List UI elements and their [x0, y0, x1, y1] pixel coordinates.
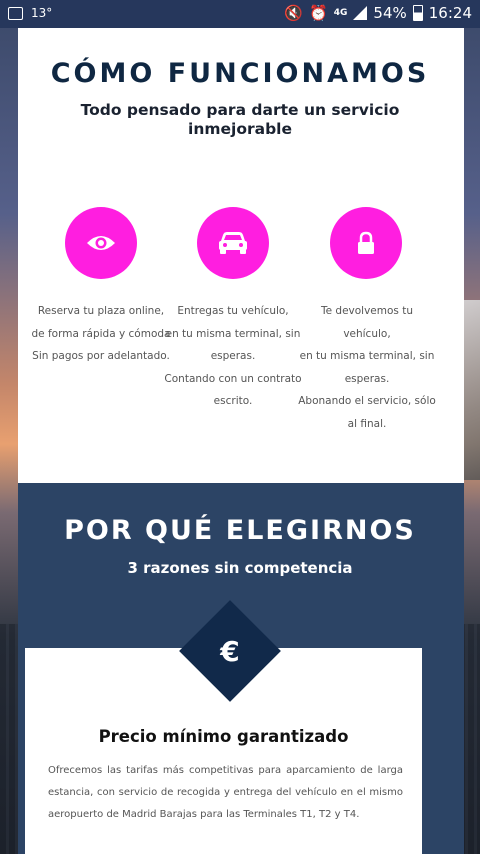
feature-deliver-text: Entregas tu vehículo, en tu misma termin…: [164, 305, 302, 407]
temperature: 13°: [31, 6, 53, 20]
eye-icon: [87, 236, 115, 250]
how-it-works-subtitle: Todo pensado para darte un servicio inme…: [80, 101, 400, 138]
gallery-icon: [8, 6, 23, 20]
feature-eye-circle: [65, 207, 137, 279]
feature-lock-circle: [330, 207, 402, 279]
car-icon: [219, 232, 247, 254]
lock-icon: [358, 231, 374, 254]
feature-return-text: Te devolvemos tu vehículo, en tu misma t…: [298, 305, 436, 430]
euro-icon: €: [220, 634, 240, 668]
network-type: 4G: [333, 8, 348, 18]
reason-card-body: Ofrecemos las tarifas más competitivas p…: [48, 765, 403, 820]
feature-reserve-text: Reserva tu plaza online, de forma rápida…: [31, 305, 171, 362]
feature-car-circle: [197, 207, 269, 279]
alarm-icon: ⏰: [309, 4, 328, 22]
clock: 16:24: [428, 4, 472, 22]
why-us-title: POR QUÉ ELEGIRNOS: [64, 515, 416, 546]
signal-icon: [353, 6, 368, 20]
status-bar: 13° 🔇 ⏰ 4G 54% 16:24: [0, 0, 480, 28]
why-us-subtitle: 3 razones sin competencia: [127, 559, 353, 577]
battery-percent: 54%: [373, 4, 407, 22]
how-it-works-title: CÓMO FUNCIONAMOS: [50, 58, 430, 89]
battery-icon: [412, 5, 423, 21]
mute-icon: 🔇: [284, 4, 304, 22]
reason-card-title: Precio mínimo garantizado: [98, 727, 349, 746]
